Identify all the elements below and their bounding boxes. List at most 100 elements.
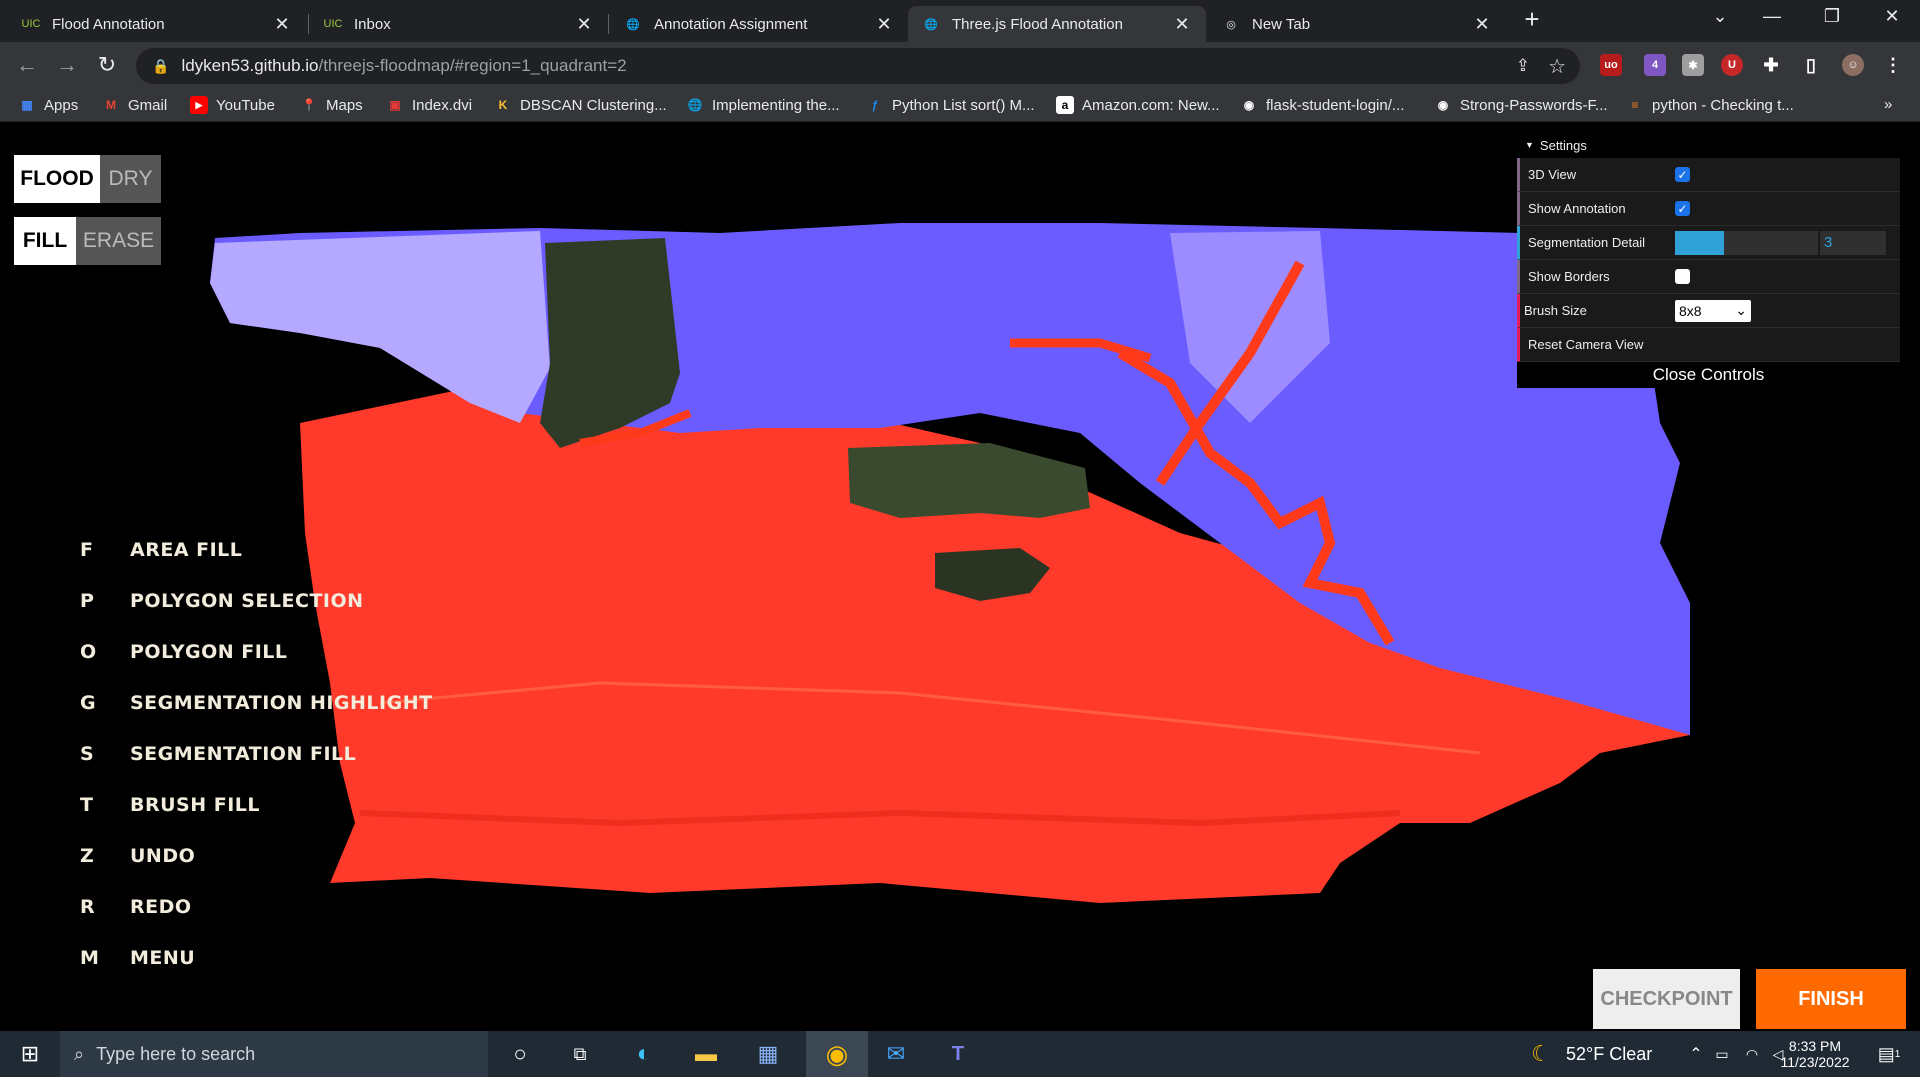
close-tab-icon[interactable]: ✕ (272, 14, 292, 35)
shortcut-segmentation-fill: S SEGMENTATION FILL (80, 739, 356, 769)
bookmark-gmail[interactable]: M Gmail (102, 96, 167, 114)
setting-segmentation-detail[interactable]: Segmentation Detail 3 (1517, 226, 1900, 260)
menu-dots-icon[interactable]: ⋮ (1882, 54, 1904, 76)
close-tab-icon[interactable]: ✕ (574, 14, 594, 35)
finish-button[interactable]: FINISH (1756, 969, 1906, 1029)
side-panel-icon[interactable]: ▯ (1800, 54, 1822, 76)
tab-inbox[interactable]: UIC Inbox ✕ (310, 6, 608, 42)
file-explorer-icon[interactable]: ▬ (682, 1031, 730, 1077)
close-controls-button[interactable]: Close Controls (1517, 362, 1900, 388)
tab-title: Inbox (354, 15, 391, 33)
mail-icon[interactable]: ✉ (872, 1031, 920, 1077)
reload-icon[interactable]: ↻ (92, 52, 122, 78)
bookmark-python-checking[interactable]: ≡ python - Checking t... (1626, 96, 1793, 114)
taskbar-search-input[interactable]: ⌕ Type here to search (60, 1031, 488, 1077)
chrome-taskbar-icon[interactable]: ◉ (806, 1031, 868, 1077)
restore-icon[interactable]: ❐ (1812, 6, 1852, 27)
bookmark-implementing[interactable]: 🌐 Implementing the... (686, 96, 840, 114)
chevron-down-icon: ⌄ (1735, 302, 1747, 318)
checkpoint-button[interactable]: CHECKPOINT (1593, 969, 1740, 1029)
tab-search-icon[interactable]: ⌄ (1700, 6, 1740, 27)
address-bar[interactable]: 🔒 ldyken53.github.io/threejs-floodmap/#r… (136, 48, 1580, 84)
tab-threejs-flood-annotation[interactable]: 🌐 Three.js Flood Annotation ✕ (908, 6, 1206, 42)
search-icon: ⌕ (74, 1043, 85, 1064)
teams-icon[interactable]: T (934, 1031, 982, 1077)
task-view-icon[interactable]: ⧉ (560, 1031, 600, 1077)
shortcut-key: F (80, 539, 94, 561)
setting-brush-size[interactable]: Brush Size 8x8 ⌄ (1517, 294, 1900, 328)
erase-tool-button[interactable]: ERASE (76, 217, 161, 265)
battery-icon[interactable]: ▭ (1710, 1031, 1734, 1077)
bookmark-star-icon[interactable]: ☆ (1548, 54, 1566, 79)
notification-center-icon[interactable]: ▤ 1 (1866, 1031, 1912, 1077)
tab-new-tab[interactable]: ◎ New Tab ✕ (1208, 6, 1506, 42)
extensions-icon[interactable]: ✚ (1760, 54, 1782, 76)
3d-view-checkbox[interactable]: ✓ (1675, 167, 1690, 182)
show-hidden-icons-icon[interactable]: ⌃ (1684, 1031, 1708, 1077)
python-icon: ƒ (871, 98, 879, 112)
chrome-icon: ◎ (1226, 18, 1236, 31)
tab-flood-annotation[interactable]: UIC Flood Annotation ✕ (8, 6, 306, 42)
shortcut-polygon-fill: O POLYGON FILL (80, 637, 288, 667)
show-annotation-checkbox[interactable]: ✓ (1675, 201, 1690, 216)
bookmark-strong-passwords[interactable]: ◉ Strong-Passwords-F... (1434, 96, 1608, 114)
ublock-origin-icon[interactable]: U (1721, 54, 1743, 76)
bookmark-python-list-sort[interactable]: ƒ Python List sort() M... (866, 96, 1035, 114)
setting-show-annotation[interactable]: Show Annotation ✓ (1517, 192, 1900, 226)
setting-show-borders[interactable]: Show Borders (1517, 260, 1900, 294)
tab-title: New Tab (1252, 15, 1311, 33)
segmentation-detail-slider[interactable] (1675, 230, 1818, 255)
profile-avatar[interactable]: ☺ (1842, 54, 1864, 76)
new-tab-button[interactable]: + (1512, 4, 1552, 35)
bookmark-dbscan[interactable]: K DBSCAN Clustering... (494, 96, 667, 114)
setting-3d-view[interactable]: 3D View ✓ (1517, 158, 1900, 192)
close-tab-icon[interactable]: ✕ (1172, 14, 1192, 35)
cortana-icon[interactable]: ○ (500, 1031, 540, 1077)
reset-camera-view-button[interactable]: Reset Camera View (1517, 328, 1900, 362)
segmentation-detail-input[interactable]: 3 (1820, 230, 1886, 255)
notification-count: 1 (1894, 1048, 1901, 1060)
close-tab-icon[interactable]: ✕ (874, 14, 894, 35)
shortcut-label: BRUSH FILL (130, 794, 261, 816)
bookmark-index-dvi[interactable]: ▣ Index.dvi (386, 96, 472, 114)
wifi-icon[interactable]: ◠ (1740, 1031, 1764, 1077)
puzzle-extension-icon[interactable]: ✱ (1682, 54, 1704, 76)
bookmark-label: Python List sort() M... (892, 96, 1035, 114)
fill-tool-button[interactable]: FILL (14, 217, 76, 265)
microsoft-store-icon[interactable]: ▦ (744, 1031, 792, 1077)
settings-header[interactable]: ▼ Settings (1517, 132, 1900, 158)
edge-icon[interactable]: ◐ (620, 1031, 668, 1077)
extension-icon[interactable]: 4 (1644, 54, 1666, 76)
brush-size-select[interactable]: 8x8 ⌄ (1675, 299, 1751, 322)
windows-start-icon[interactable]: ⊞ (0, 1031, 60, 1077)
bookmark-flask-student-login[interactable]: ◉ flask-student-login/... (1240, 96, 1405, 114)
ublock-icon[interactable]: uo (1600, 54, 1622, 76)
threejs-canvas[interactable]: FLOOD DRY FILL ERASE F AREA FILL P POLYGON… (0, 123, 1920, 1031)
dry-highlight-region (210, 231, 550, 423)
globe-icon: 🌐 (687, 98, 703, 112)
bookmark-maps[interactable]: 📍 Maps (300, 96, 363, 114)
show-borders-checkbox[interactable] (1675, 269, 1690, 284)
dry-mode-button[interactable]: DRY (100, 155, 161, 203)
bookmark-youtube[interactable]: ▶ YouTube (190, 96, 275, 114)
search-placeholder: Type here to search (96, 1043, 256, 1064)
close-window-icon[interactable]: ✕ (1872, 6, 1912, 27)
shortcut-key: P (80, 590, 95, 612)
weather-text[interactable]: 52°F Clear (1566, 1031, 1676, 1077)
forward-icon[interactable]: → (52, 52, 82, 78)
bookmark-label: YouTube (216, 96, 275, 114)
share-icon[interactable]: ⇪ (1516, 56, 1530, 76)
shortcut-segmentation-highlight: G SEGMENTATION HIGHLIGHT (80, 688, 433, 718)
weather-moon-icon: ☾ (1531, 1041, 1551, 1066)
clock[interactable]: 8:33 PM 11/23/2022 (1770, 1031, 1860, 1077)
windows-taskbar: ⊞ ⌕ Type here to search ○ ⧉ ◐ ▬ ▦ ◉ ✉ T … (0, 1031, 1920, 1077)
minimize-icon[interactable]: — (1752, 6, 1792, 27)
browser-toolbar: ← → ↻ 🔒 ldyken53.github.io/threejs-flood… (0, 42, 1920, 90)
close-tab-icon[interactable]: ✕ (1472, 14, 1492, 35)
bookmarks-overflow[interactable]: » (1884, 96, 1892, 113)
flood-mode-button[interactable]: FLOOD (14, 155, 100, 203)
bookmark-amazon[interactable]: a Amazon.com: New... (1056, 96, 1220, 114)
back-icon[interactable]: ← (12, 52, 42, 78)
tab-annotation-assignment[interactable]: 🌐 Annotation Assignment ✕ (610, 6, 908, 42)
bookmark-apps[interactable]: ▦ Apps (18, 96, 78, 114)
